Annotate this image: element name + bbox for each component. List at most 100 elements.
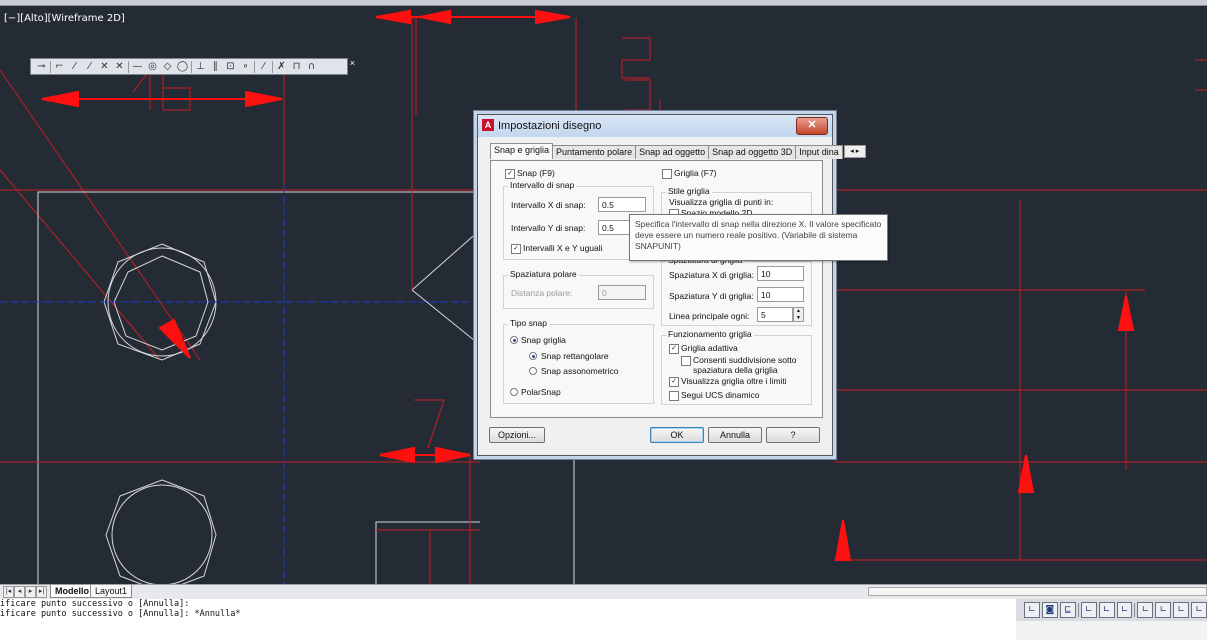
snap-interval-group-title: Intervallo di snap: [508, 180, 577, 190]
insert-icon[interactable]: ⊡: [224, 60, 237, 73]
toolbar-close-icon[interactable]: ×: [350, 58, 355, 68]
perpendicular-icon[interactable]: ⊥: [194, 60, 207, 73]
first-layout-button[interactable]: |◂: [3, 586, 14, 598]
ribbon-strip[interactable]: [0, 0, 1207, 6]
major-line-input[interactable]: 5: [757, 307, 793, 322]
osnap-settings-icon[interactable]: ⊓: [290, 60, 303, 73]
subdivide-label: Consenti suddivisione sotto: [693, 355, 797, 365]
snap-from-icon[interactable]: ⌐: [53, 60, 66, 73]
tab-polar-tracking[interactable]: Puntamento polare: [552, 145, 637, 159]
tooltip-line-2: deve essere un numero reale positivo. (V…: [635, 230, 858, 240]
tooltip-line-3: SNAPUNIT): [635, 241, 681, 251]
ducs-icon[interactable]: ∟: [1155, 602, 1172, 618]
grid-y-input[interactable]: 10: [757, 287, 804, 302]
polar-distance-input[interactable]: 0: [598, 285, 646, 300]
snap-checkbox[interactable]: ✓: [505, 169, 515, 179]
midpoint-icon[interactable]: ⁄: [83, 60, 96, 73]
center-icon[interactable]: ◎: [146, 60, 159, 73]
help-button[interactable]: ?: [766, 427, 820, 443]
grid-display-icon[interactable]: ◙: [1041, 602, 1058, 618]
command-history-line-2: ificare punto successivo o [Annulla]: *A…: [0, 609, 241, 619]
dynamic-ucs-checkbox[interactable]: [669, 391, 679, 401]
tab-scroll-arrows[interactable]: ◂ ▸: [843, 145, 866, 158]
snap-x-input[interactable]: 0.5: [598, 197, 646, 212]
grid-snap-label: Snap griglia: [521, 335, 566, 345]
polar-spacing-group-title: Spaziatura polare: [508, 269, 579, 279]
endpoint-icon[interactable]: ⁄: [68, 60, 81, 73]
snap-x-tooltip: Specifica l'intervallo di snap nella dir…: [629, 214, 888, 261]
snap-x-label: Intervallo X di snap:: [511, 200, 586, 210]
tab-model[interactable]: Modello: [50, 585, 94, 598]
grid-label: Griglia (F7): [674, 168, 717, 178]
toolbar-separator: [191, 60, 192, 73]
tab-dynamic-input[interactable]: Input dina: [795, 145, 843, 159]
dialog-title-bar[interactable]: A Impostazioni disegno ✕: [478, 115, 832, 137]
snap-label: Snap (F9): [517, 168, 555, 178]
grid-y-label: Spaziatura Y di griglia:: [669, 291, 754, 301]
none-icon[interactable]: ✗: [275, 60, 288, 73]
grid-x-label: Spaziatura X di griglia:: [669, 270, 755, 280]
tab-layout1[interactable]: Layout1: [90, 585, 133, 598]
quadrant-icon[interactable]: ◇: [161, 60, 174, 73]
tab-3d-object-snap[interactable]: Snap ad oggetto 3D: [708, 145, 797, 159]
polar-snap-radio[interactable]: [510, 388, 518, 396]
parallel-icon[interactable]: ∥: [209, 60, 222, 73]
intersection-icon[interactable]: ✕: [98, 60, 111, 73]
rectangular-snap-radio[interactable]: [529, 352, 537, 360]
toolbar-separator: [128, 60, 129, 73]
next-layout-button[interactable]: ▸: [25, 586, 36, 598]
autocad-logo-icon: A: [482, 119, 494, 131]
grid-checkbox[interactable]: [662, 169, 672, 179]
options-button[interactable]: Opzioni...: [489, 427, 545, 443]
grid-style-desc: Visualizza griglia di punti in:: [669, 197, 774, 207]
grid-x-input[interactable]: 10: [757, 266, 804, 281]
grid-snap-radio[interactable]: [510, 336, 518, 344]
polar-snap-label: PolarSnap: [521, 387, 561, 397]
otrack-icon[interactable]: ∟: [1137, 602, 1154, 618]
dynamic-ucs-label: Segui UCS dinamico: [681, 390, 760, 400]
status-separator: [1077, 603, 1079, 617]
rectangular-snap-label: Snap rettangolare: [541, 351, 609, 361]
equal-intervals-checkbox[interactable]: ✓: [511, 244, 521, 254]
3d-osnap-icon[interactable]: ∟: [1116, 602, 1133, 618]
major-line-spinner[interactable]: ▲ ▼: [793, 307, 804, 322]
object-snap-toolbar: ⊸ ⌐ ⁄ ⁄ ✕ ✕ — ◎ ◇ ◯ ⊥ ∥ ⊡ ∘ ⁄ ✗ ⊓ ∩ ×: [30, 58, 355, 75]
cancel-button[interactable]: Annulla: [708, 427, 762, 443]
temp-tracking-icon[interactable]: ⊸: [35, 60, 48, 73]
subdivide-checkbox[interactable]: [681, 356, 691, 366]
node-icon[interactable]: ∘: [239, 60, 252, 73]
command-history-line-1: ificare punto successivo o [Annulla]:: [0, 599, 190, 609]
extension-icon[interactable]: —: [131, 60, 144, 73]
horizontal-scrollbar[interactable]: [868, 587, 1207, 596]
last-layout-button[interactable]: ▸|: [36, 586, 47, 598]
tangent-icon[interactable]: ◯: [176, 60, 189, 73]
polar-tracking-icon[interactable]: ∟: [1080, 602, 1097, 618]
isometric-snap-radio[interactable]: [529, 367, 537, 375]
grid-behavior-group-title: Funzionamento griglia: [666, 329, 754, 339]
prev-layout-button[interactable]: ◂: [14, 586, 25, 598]
magnet-icon[interactable]: ∩: [305, 60, 318, 73]
dialog-tabs: Snap e griglia Puntamento polare Snap ad…: [490, 143, 866, 160]
tab-snap-and-grid[interactable]: Snap e griglia: [490, 143, 554, 159]
dynamic-input-icon[interactable]: ∟: [1173, 602, 1190, 618]
adaptive-grid-checkbox[interactable]: ✓: [669, 344, 679, 354]
toolbar-separator: [254, 60, 255, 73]
equal-intervals-label: Intervalli X e Y uguali: [523, 243, 603, 253]
snap-mode-icon[interactable]: ∟: [1024, 602, 1040, 618]
viewport-controls-label[interactable]: [−][Alto][Wireframe 2D]: [4, 13, 125, 24]
status-separator: [1134, 603, 1136, 617]
command-line[interactable]: ificare punto successivo o [Annulla]: if…: [0, 599, 1016, 640]
apparent-intersection-icon[interactable]: ✕: [113, 60, 126, 73]
beyond-limits-checkbox[interactable]: ✓: [669, 377, 679, 387]
ortho-mode-icon[interactable]: ⊑: [1059, 602, 1076, 618]
nearest-icon[interactable]: ⁄: [257, 60, 270, 73]
tab-object-snap[interactable]: Snap ad oggetto: [635, 145, 710, 159]
major-line-label: Linea principale ogni:: [669, 311, 750, 321]
snap-grid-panel: ✓ Snap (F9) Intervallo di snap Intervall…: [490, 160, 823, 418]
ok-button[interactable]: OK: [650, 427, 704, 443]
dialog-close-button[interactable]: ✕: [796, 117, 828, 135]
snap-y-label: Intervallo Y di snap:: [511, 223, 586, 233]
lineweight-icon[interactable]: ∟: [1191, 602, 1207, 618]
object-snap-icon[interactable]: ∟: [1098, 602, 1115, 618]
grid-style-group-title: Stile griglia: [666, 186, 712, 196]
